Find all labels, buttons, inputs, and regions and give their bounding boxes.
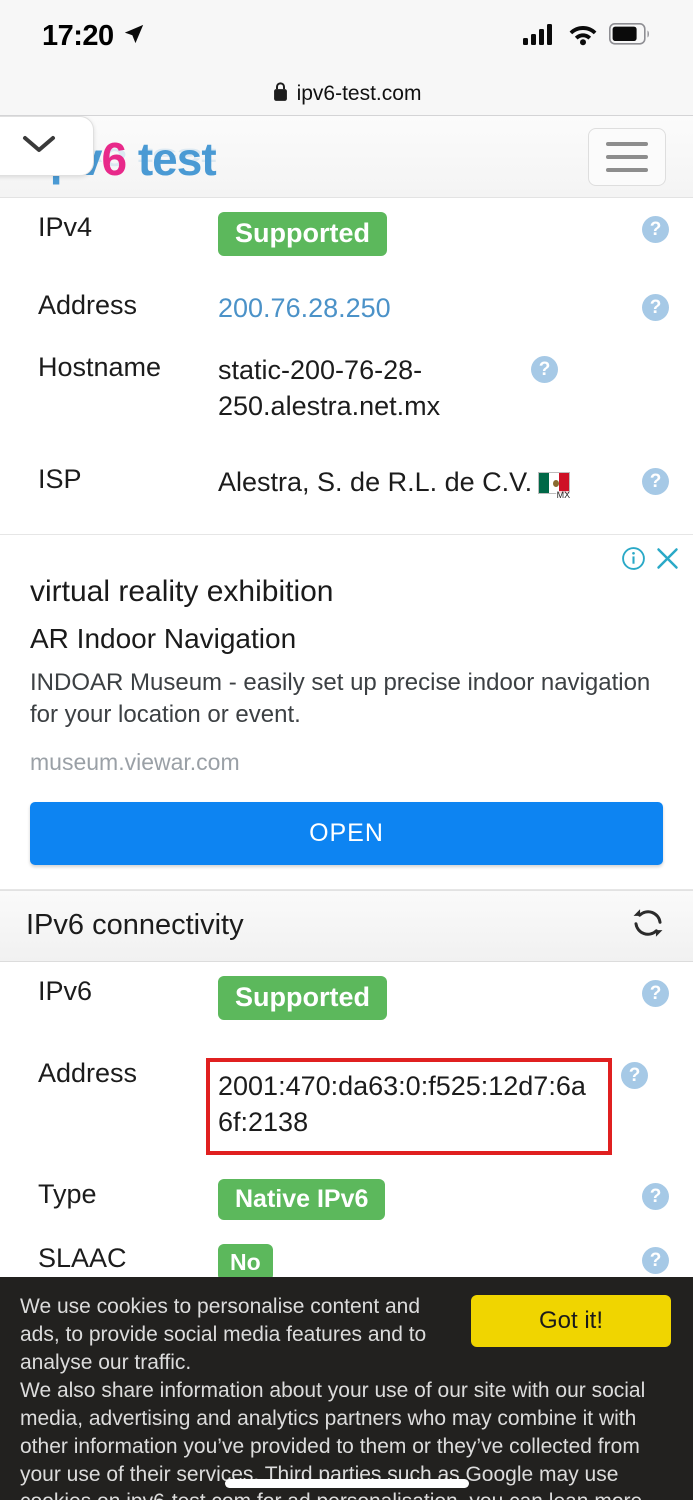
ad-open-button[interactable]: OPEN xyxy=(30,801,663,865)
chevron-down-icon xyxy=(19,131,59,162)
row-help[interactable]: ? xyxy=(629,198,669,243)
ad-display-url: museum.viewar.com xyxy=(30,748,240,775)
mobile-browser-screenshot: 17:20 ipv6-test.com ipv6 test 6 test IPv… xyxy=(0,0,693,1500)
country-flag-icon: MX xyxy=(538,472,572,500)
logo-test: test xyxy=(126,133,217,185)
hamburger-menu-button[interactable] xyxy=(588,128,666,186)
ipv6-connectivity-table: IPv6 Supported ? Address 2001:470:da63:0… xyxy=(0,961,693,1299)
wifi-icon xyxy=(568,22,598,51)
row-value-hostname: static-200-76-28-250.alestra.net.mx xyxy=(218,355,441,422)
advertisement-banner[interactable]: virtual reality exhibition AR Indoor Nav… xyxy=(0,534,693,890)
section-title: IPv6 connectivity xyxy=(26,909,244,942)
row-label: IPv6 xyxy=(38,975,93,1006)
status-badge: Supported xyxy=(218,975,387,1020)
menu-icon-line-2 xyxy=(606,155,648,159)
row-label: SLAAC xyxy=(38,1242,127,1273)
ad-controls xyxy=(621,545,681,577)
lock-icon xyxy=(272,81,289,107)
row-help[interactable]: ? xyxy=(629,1229,669,1274)
row-help[interactable]: ? xyxy=(629,962,669,1007)
row-value-ipv6-address-wrapper: 2001:470:da63:0:f525:12d7:6a6f:2138 xyxy=(206,1044,612,1155)
home-indicator xyxy=(224,1479,469,1488)
help-icon: ? xyxy=(642,979,669,1007)
help-icon: ? xyxy=(642,1182,669,1210)
row-value-ipv4-address[interactable]: 200.76.28.250 xyxy=(218,276,629,326)
row-value-isp: Alestra, S. de R.L. de C.V. MX xyxy=(218,450,629,500)
row-label: IPv4 xyxy=(38,212,93,242)
flag-band-green xyxy=(539,473,550,493)
flag-country-code: MX xyxy=(555,490,572,500)
cookie-text-line-1: We use cookies to personalise content an… xyxy=(20,1295,427,1374)
location-arrow-icon xyxy=(123,23,145,50)
browser-url-bar[interactable]: ipv6-test.com xyxy=(0,72,693,116)
refresh-icon[interactable] xyxy=(631,906,665,945)
ipv6-address-highlight-box[interactable]: 2001:470:da63:0:f525:12d7:6a6f:2138 xyxy=(206,1057,612,1155)
row-help[interactable]: ? xyxy=(629,1165,669,1210)
row-help[interactable]: ? xyxy=(629,276,669,321)
battery-icon xyxy=(609,22,651,50)
status-badge: Supported xyxy=(218,212,387,256)
slaac-badge: No xyxy=(218,1243,273,1281)
ad-headline: virtual reality exhibition xyxy=(30,575,334,608)
logo-6: 6 xyxy=(101,133,127,185)
row-value: Native IPv6 xyxy=(218,1165,629,1221)
help-icon: ? xyxy=(642,1246,669,1274)
cookie-accept-button[interactable]: Got it! xyxy=(471,1295,671,1347)
help-icon: ? xyxy=(531,356,558,383)
table-row: IPv6 Supported ? xyxy=(0,962,693,1044)
row-value: Supported xyxy=(218,962,629,1020)
row-help[interactable]: ? xyxy=(518,338,558,383)
row-help[interactable]: ? xyxy=(629,450,669,495)
status-bar-left: 17:20 xyxy=(42,20,145,53)
table-row: Hostname static-200-76-28-250.alestra.ne… xyxy=(0,338,693,450)
row-label: Address xyxy=(38,1057,138,1088)
status-time: 17:20 xyxy=(42,19,114,52)
ipv6-section-header: IPv6 connectivity xyxy=(0,889,693,962)
ad-close-icon[interactable] xyxy=(654,545,681,577)
cellular-signal-icon xyxy=(523,22,557,51)
row-label: ISP xyxy=(38,464,82,494)
table-row: ISP Alestra, S. de R.L. de C.V. MX ? xyxy=(0,450,693,522)
ios-status-bar: 17:20 xyxy=(0,0,693,72)
table-row: IPv4 Supported ? xyxy=(0,198,693,276)
form-accessory-chevron-button[interactable] xyxy=(0,116,94,176)
ad-title: AR Indoor Navigation xyxy=(30,623,297,654)
row-help[interactable]: ? xyxy=(608,1044,648,1089)
table-row: Type Native IPv6 ? xyxy=(0,1151,693,1229)
cookie-consent-banner: Got it! We use cookies to personalise co… xyxy=(0,1277,693,1500)
isp-name: Alestra, S. de R.L. de C.V. xyxy=(218,467,533,497)
help-icon: ? xyxy=(621,1061,648,1089)
url-text: ipv6-test.com xyxy=(296,81,422,105)
table-row: Address 2001:470:da63:0:f525:12d7:6a6f:2… xyxy=(0,1044,693,1155)
table-row: Address 200.76.28.250 ? xyxy=(0,276,693,338)
menu-icon-line-1 xyxy=(606,142,648,146)
row-label: Address xyxy=(38,290,138,320)
type-badge: Native IPv6 xyxy=(218,1178,386,1221)
row-value: No xyxy=(218,1229,629,1281)
flag-emblem xyxy=(552,480,559,487)
ad-info-icon[interactable] xyxy=(621,546,646,576)
row-value: Supported xyxy=(218,198,629,256)
help-icon: ? xyxy=(642,468,669,495)
status-bar-right xyxy=(523,22,651,51)
site-header: ipv6 test ipv6 test xyxy=(0,116,693,198)
help-icon: ? xyxy=(642,216,669,243)
row-label: Type xyxy=(38,1178,97,1209)
ipv4-connectivity-table: IPv4 Supported ? Address 200.76.28.250 ?… xyxy=(0,198,693,522)
help-icon: ? xyxy=(642,294,669,321)
menu-icon-line-3 xyxy=(606,168,648,172)
ad-description: INDOAR Museum - easily set up precise in… xyxy=(30,669,651,728)
row-label: Hostname xyxy=(38,352,162,382)
